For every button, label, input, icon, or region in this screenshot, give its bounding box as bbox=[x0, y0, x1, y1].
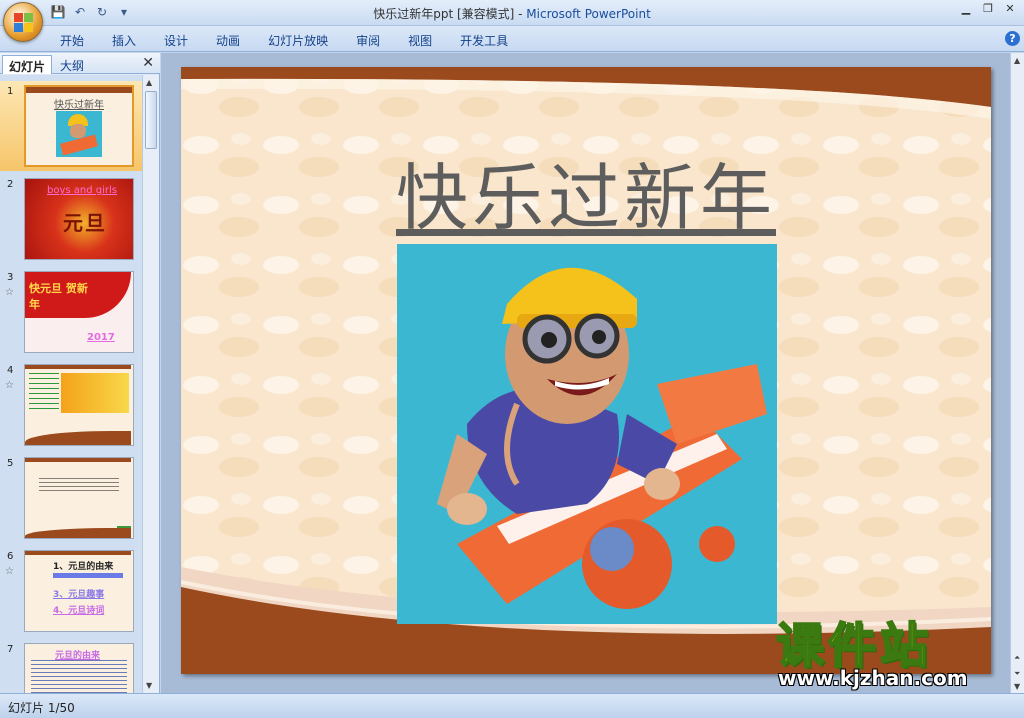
tab-slideshow[interactable]: 幻灯片放映 bbox=[254, 30, 342, 51]
window-title: 快乐过新年ppt [兼容模式] - Microsoft PowerPoint bbox=[373, 7, 651, 21]
title-bar: 💾 ↶ ↻ ▾ 快乐过新年ppt [兼容模式] - Microsoft Powe… bbox=[0, 0, 1024, 42]
tab-animations[interactable]: 动画 bbox=[202, 30, 254, 51]
thumbnails-scrollbar[interactable]: ▲ ▼ bbox=[142, 75, 159, 693]
next-slide-icon[interactable]: ⏷ bbox=[1014, 669, 1020, 679]
slide-thumbnail-3[interactable]: 3 ☆ 快元旦 贺新年 2017 bbox=[0, 267, 142, 357]
office-logo-icon bbox=[14, 13, 34, 33]
tab-view[interactable]: 视图 bbox=[394, 30, 446, 51]
watermark-logo: 课件站 www.kjzhan.com bbox=[775, 618, 968, 690]
slide-thumbnail-2[interactable]: 2 boys and girls 元旦 bbox=[0, 174, 142, 264]
thumbnail-preview bbox=[24, 457, 134, 539]
status-bar: 幻灯片 1/50 bbox=[0, 693, 1024, 718]
panel-tabs: 幻灯片 大纲 ✕ bbox=[0, 53, 160, 74]
tab-insert[interactable]: 插入 bbox=[98, 30, 150, 51]
scroll-down-icon[interactable]: ▼ bbox=[1014, 682, 1020, 691]
scroll-up-icon[interactable]: ▲ bbox=[146, 78, 152, 87]
ribbon-tabs: 开始 插入 设计 动画 幻灯片放映 审阅 视图 开发工具 ? bbox=[0, 26, 1024, 52]
slide-editing-area: 快乐过新年 ▲ ⏶ ⏷ ▼ bbox=[161, 53, 1024, 693]
tab-review[interactable]: 审阅 bbox=[342, 30, 394, 51]
thumbnail-preview: 元旦的由来 bbox=[24, 643, 134, 693]
close-panel-icon[interactable]: ✕ bbox=[142, 55, 154, 71]
window-controls: ▁ ❐ ✕ bbox=[956, 2, 1020, 16]
scroll-down-icon[interactable]: ▼ bbox=[146, 681, 152, 690]
thumbnail-preview: 快元旦 贺新年 2017 bbox=[24, 271, 134, 353]
thumbnail-image bbox=[56, 111, 102, 157]
thumbnail-title: 快乐过新年 bbox=[54, 100, 104, 111]
minimize-icon[interactable]: ▁ bbox=[956, 2, 976, 16]
tab-design[interactable]: 设计 bbox=[150, 30, 202, 51]
cartoon-pilot-image[interactable] bbox=[397, 244, 777, 624]
slide-thumbnail-4[interactable]: 4 ☆ bbox=[0, 360, 142, 450]
slide-thumbnail-7[interactable]: 7 元旦的由来 bbox=[0, 639, 142, 693]
current-slide[interactable]: 快乐过新年 bbox=[181, 67, 991, 674]
slides-panel: 幻灯片 大纲 ✕ 1 快乐过新年 2 boys and girls 元旦 3 ☆… bbox=[0, 53, 160, 693]
thumbnail-preview bbox=[24, 364, 134, 446]
slide-title[interactable]: 快乐过新年 bbox=[181, 139, 991, 244]
animation-icon: ☆ bbox=[5, 380, 14, 391]
animation-icon: ☆ bbox=[5, 566, 14, 577]
thumbnail-preview: 1、元旦的由来 3、元旦趣事 4、元旦诗词 bbox=[24, 550, 134, 632]
thumbnail-preview: boys and girls 元旦 bbox=[24, 178, 134, 260]
slide-thumbnail-1[interactable]: 1 快乐过新年 bbox=[0, 81, 142, 171]
slide-thumbnail-5[interactable]: 5 bbox=[0, 453, 142, 543]
tab-slides[interactable]: 幻灯片 bbox=[2, 55, 53, 74]
tab-developer[interactable]: 开发工具 bbox=[446, 30, 522, 51]
slide-counter: 幻灯片 1/50 bbox=[8, 701, 75, 715]
thumbnail-preview: 快乐过新年 bbox=[24, 85, 134, 167]
tab-outline[interactable]: 大纲 bbox=[54, 55, 90, 74]
tab-home[interactable]: 开始 bbox=[46, 30, 98, 51]
animation-icon: ☆ bbox=[5, 287, 14, 298]
slide-thumbnail-6[interactable]: 6 ☆ 1、元旦的由来 3、元旦趣事 4、元旦诗词 bbox=[0, 546, 142, 636]
office-button[interactable] bbox=[3, 2, 43, 42]
close-icon[interactable]: ✕ bbox=[1000, 2, 1020, 16]
restore-icon[interactable]: ❐ bbox=[978, 2, 998, 16]
prev-slide-icon[interactable]: ⏶ bbox=[1014, 653, 1020, 663]
slide-thumbnails: 1 快乐过新年 2 boys and girls 元旦 3 ☆ 快元旦 贺新年 … bbox=[0, 75, 142, 693]
scroll-up-icon[interactable]: ▲ bbox=[1014, 56, 1020, 65]
help-icon[interactable]: ? bbox=[1005, 31, 1020, 46]
slide-scrollbar[interactable]: ▲ ⏶ ⏷ ▼ bbox=[1010, 53, 1024, 693]
scrollbar-thumb[interactable] bbox=[145, 91, 157, 149]
